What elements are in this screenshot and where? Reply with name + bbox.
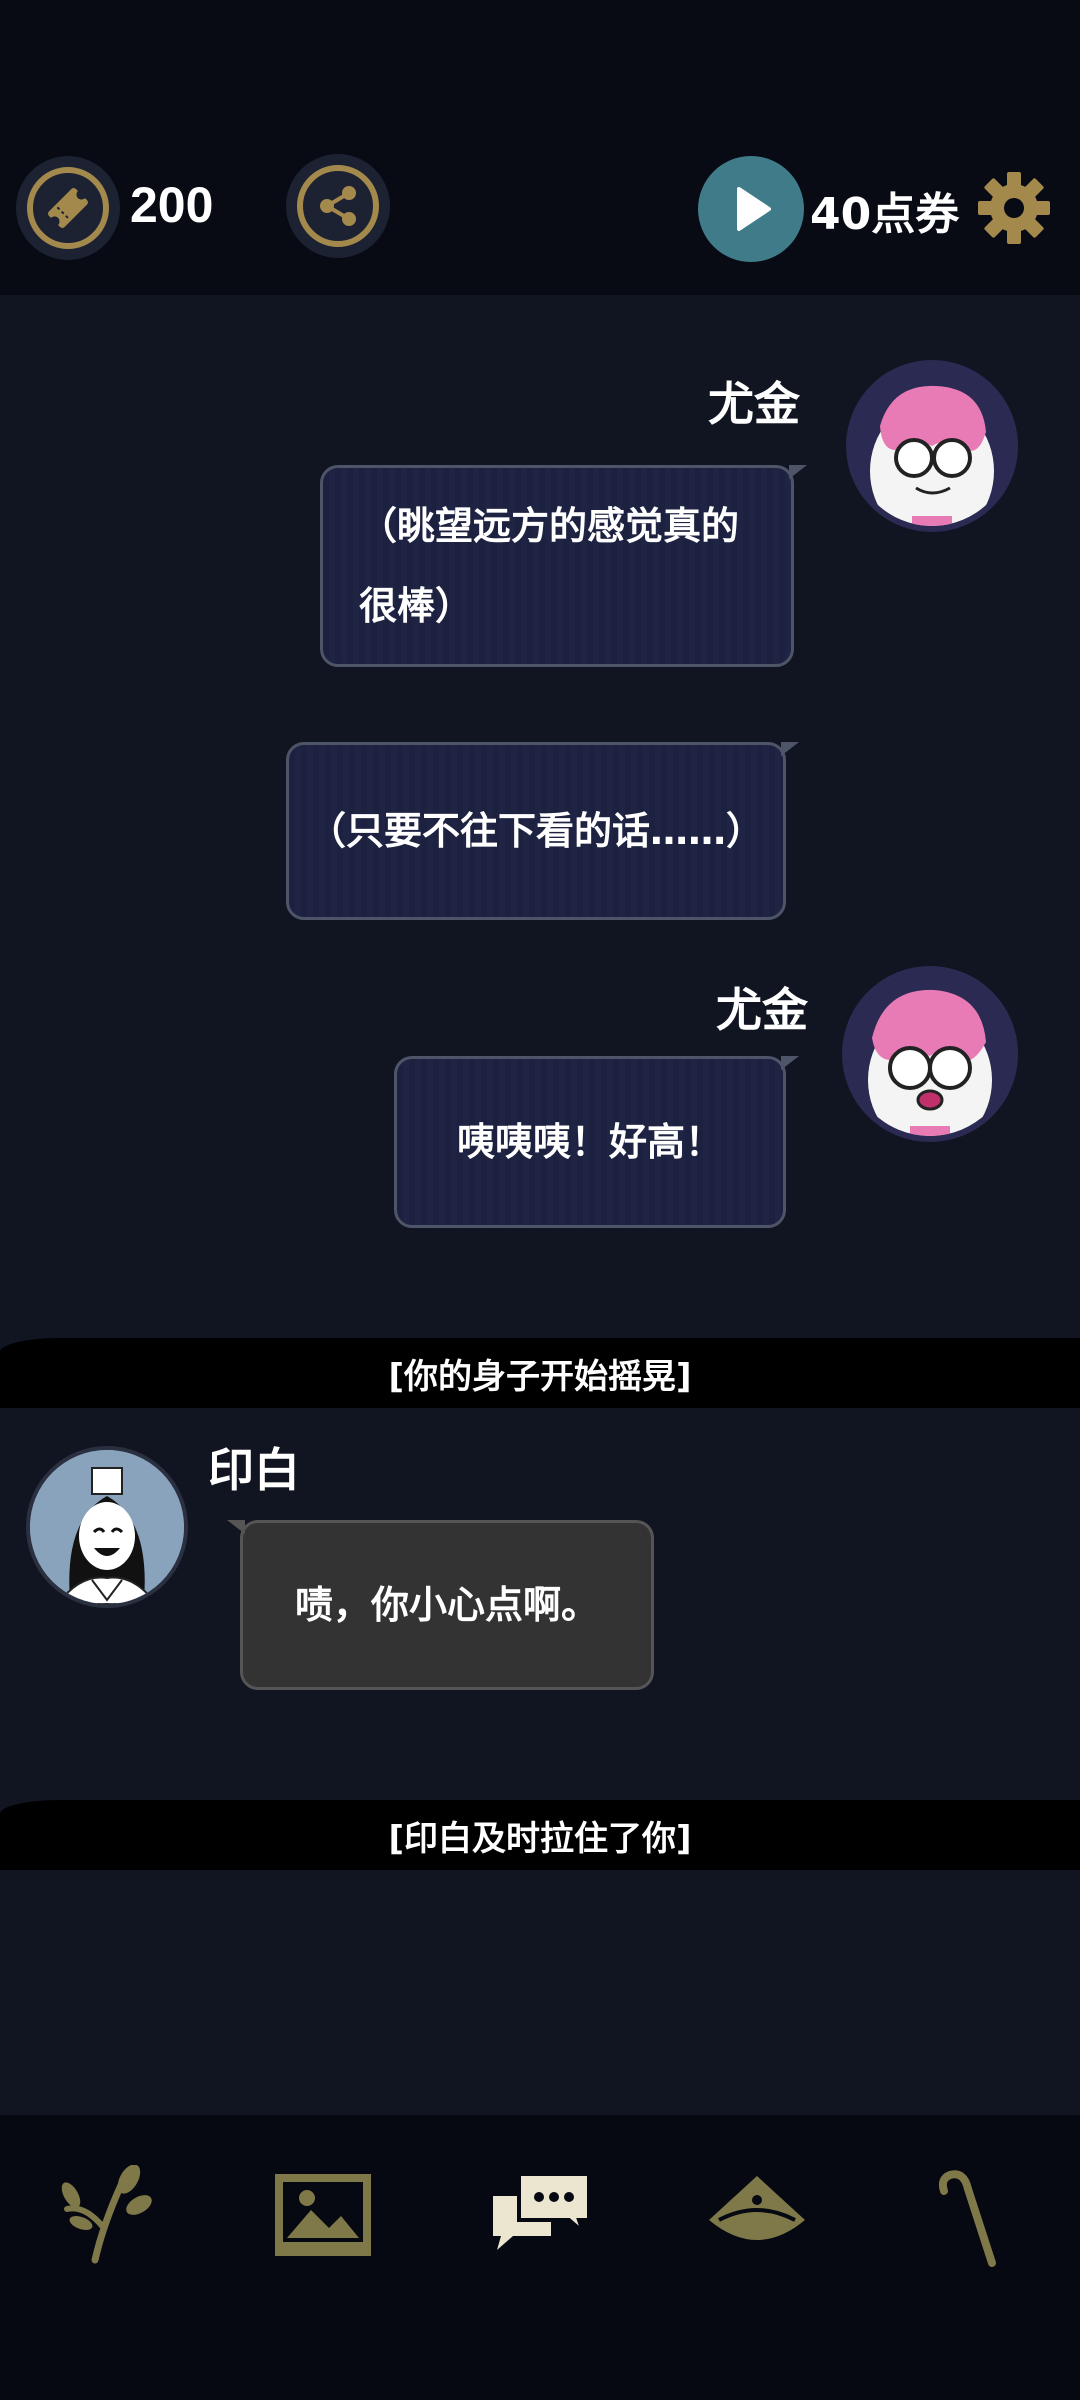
game-screen: 200 40点券 尤金 （眺望远方的感觉真的 很棒） （只要不往下看的话……） … — [0, 0, 1080, 2400]
yinbai-avatar[interactable] — [26, 1446, 188, 1608]
cane-icon — [938, 2170, 996, 2267]
play-video-button[interactable] — [698, 156, 804, 262]
nav-chat[interactable] — [486, 2160, 596, 2270]
message-bubble: （眺望远方的感觉真的 很棒） — [320, 465, 807, 667]
narration-text: [你的身子开始摇晃] — [388, 1356, 692, 1397]
message-line: 咦咦咦！好高！ — [456, 1120, 723, 1164]
share-button[interactable] — [286, 154, 390, 258]
nav-plant[interactable] — [50, 2160, 160, 2270]
ticket-button[interactable] — [16, 156, 120, 260]
eugene-avatar[interactable] — [846, 360, 1018, 532]
narration-text: [印白及时拉住了你] — [388, 1818, 692, 1859]
nav-hat[interactable] — [702, 2160, 812, 2270]
message-bubble: 啧，你小心点啊。 — [227, 1520, 654, 1690]
message-line: （眺望远方的感觉真的 — [359, 504, 740, 548]
message-bubble: 咦咦咦！好高！ — [394, 1056, 799, 1228]
gallery-icon — [275, 2174, 371, 2256]
hat-icon — [709, 2176, 805, 2240]
play-icon — [737, 187, 771, 231]
speaker-name: 尤金 — [708, 377, 800, 431]
chat-icon — [493, 2172, 591, 2250]
speaker-name: 印白 — [208, 1443, 300, 1497]
settings-button[interactable] — [976, 170, 1052, 246]
share-icon — [297, 165, 379, 247]
gear-icon — [978, 172, 1050, 244]
narration-bar: [印白及时拉住了你] — [0, 1800, 1080, 1870]
message-line: 很棒） — [359, 584, 474, 628]
message-bubble: （只要不往下看的话……） — [286, 742, 799, 920]
top-bar: 200 40点券 — [0, 0, 1080, 295]
nav-gallery[interactable] — [268, 2160, 378, 2270]
vouchers-label: 40点券 — [810, 189, 960, 240]
narration-bar: [你的身子开始摇晃] — [0, 1338, 1080, 1408]
message-line: （只要不往下看的话……） — [307, 809, 764, 853]
ticket-count: 200 — [130, 177, 214, 233]
message-line: 啧，你小心点啊。 — [294, 1583, 599, 1627]
nav-cane[interactable] — [920, 2160, 1030, 2270]
eugene-avatar-surprised[interactable] — [842, 966, 1018, 1142]
plant-icon — [61, 2165, 152, 2264]
ticket-icon — [27, 167, 109, 249]
speaker-name: 尤金 — [716, 983, 808, 1037]
